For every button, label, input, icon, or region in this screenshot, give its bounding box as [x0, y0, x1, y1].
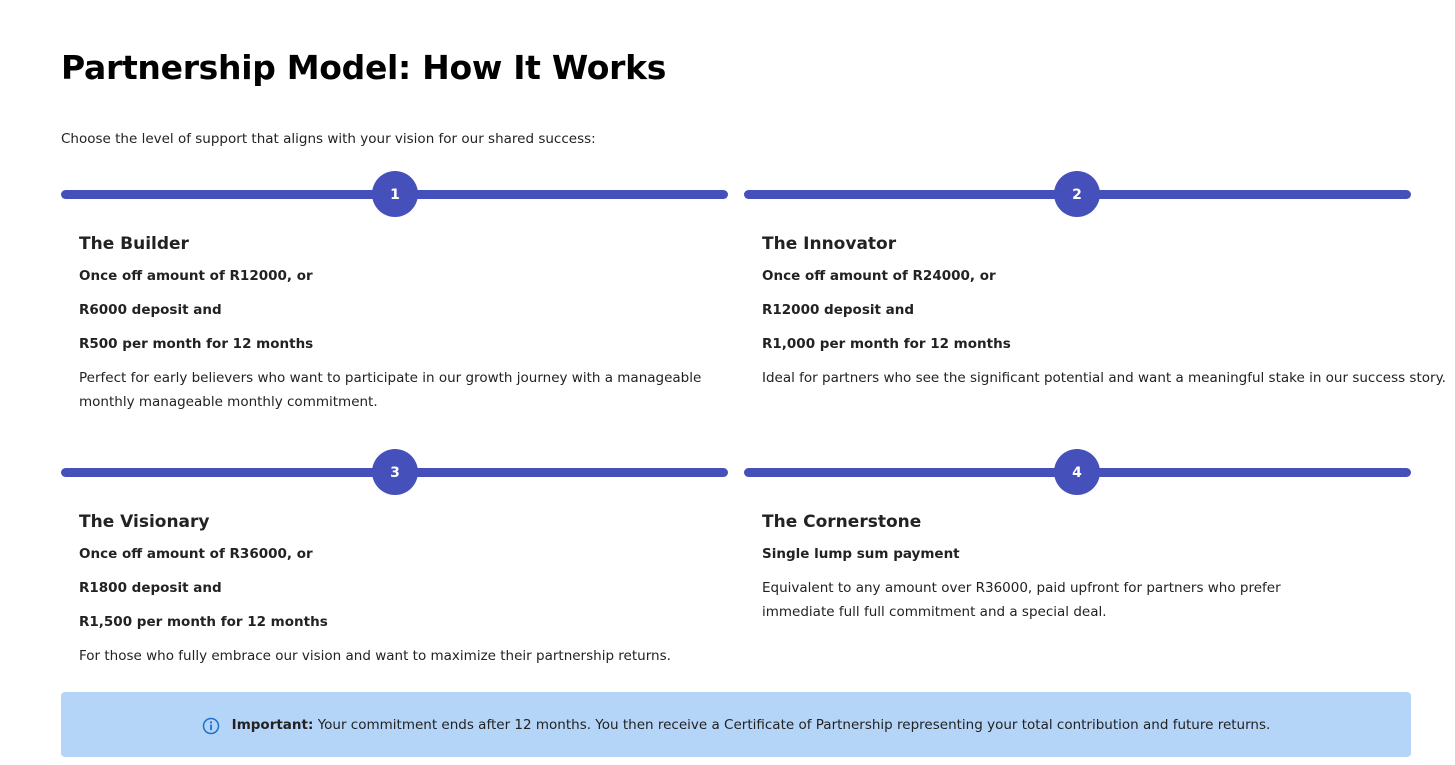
tier-description: Ideal for partners who see the significa…	[762, 370, 1446, 386]
tier-price-line: Single lump sum payment	[762, 546, 960, 562]
tier-price-line: R6000 deposit and	[79, 302, 222, 318]
tier-name: The Innovator	[762, 234, 897, 254]
page-title: Partnership Model: How It Works	[61, 48, 667, 87]
tier-description: For those who fully embrace our vision a…	[79, 648, 671, 664]
tier-number-badge: 3	[372, 449, 418, 495]
tier-price-line: R1800 deposit and	[79, 580, 222, 596]
tier-price-line: Once off amount of R36000, or	[79, 546, 313, 562]
notice-text: Important: Your commitment ends after 12…	[232, 717, 1271, 733]
tier-description: Equivalent to any amount over R36000, pa…	[762, 580, 1281, 620]
info-icon	[202, 717, 220, 735]
tier-price-line: R1,000 per month for 12 months	[762, 336, 1011, 352]
tier-price-line: R1,500 per month for 12 months	[79, 614, 328, 630]
tier-price-line: R500 per month for 12 months	[79, 336, 314, 352]
tier-number-badge: 1	[372, 171, 418, 217]
notice-label: Important:	[231, 716, 314, 733]
tier-description: Perfect for early believers who want to …	[79, 370, 702, 410]
important-notice: Important: Your commitment ends after 12…	[61, 692, 1411, 757]
intro-text: Choose the level of support that aligns …	[61, 131, 596, 147]
tier-number-badge: 2	[1054, 171, 1100, 217]
tier-name: The Visionary	[79, 512, 210, 532]
tier-name: The Builder	[79, 234, 189, 254]
tier-price-line: Once off amount of R24000, or	[762, 268, 996, 284]
tier-number-badge: 4	[1054, 449, 1100, 495]
tier-name: The Cornerstone	[762, 512, 922, 532]
tier-price-line: Once off amount of R12000, or	[79, 268, 313, 284]
notice-message: Your commitment ends after 12 months. Yo…	[317, 716, 1271, 733]
tier-price-line: R12000 deposit and	[762, 302, 915, 318]
